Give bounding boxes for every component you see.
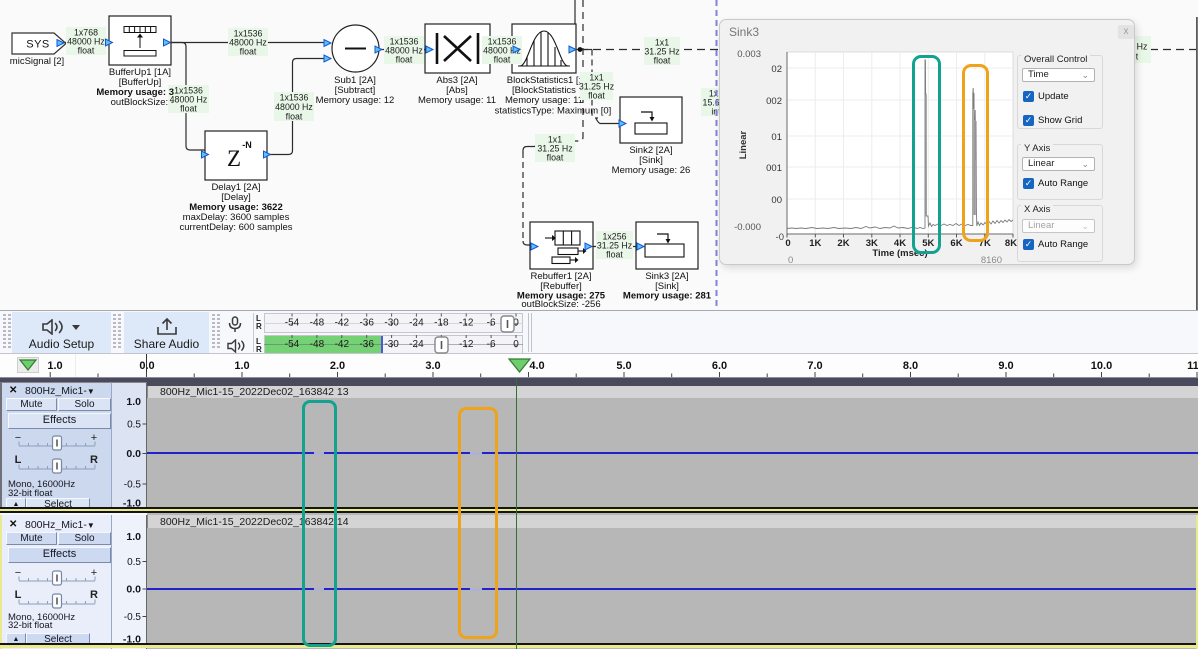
svg-text:-54: -54 bbox=[285, 339, 300, 350]
svg-text:-30: -30 bbox=[384, 318, 399, 329]
svg-text:Linear: Linear bbox=[738, 130, 749, 159]
svg-text:-0: -0 bbox=[776, 232, 784, 243]
svg-text:-N: -N bbox=[242, 140, 252, 150]
svg-text:0: 0 bbox=[788, 255, 793, 266]
svg-text:8.0: 8.0 bbox=[903, 360, 918, 372]
svg-text:10.0: 10.0 bbox=[1091, 360, 1112, 372]
svg-text:8K: 8K bbox=[1005, 238, 1017, 249]
svg-text:+: + bbox=[91, 432, 97, 444]
svg-text:outBlockSize: -256: outBlockSize: -256 bbox=[521, 299, 600, 310]
svg-text:-48: -48 bbox=[310, 339, 325, 350]
svg-text:-6: -6 bbox=[487, 339, 496, 350]
svg-text:−: − bbox=[15, 432, 21, 444]
svg-text:002: 002 bbox=[766, 96, 782, 107]
svg-text:float: float bbox=[180, 104, 197, 114]
svg-text:01: 01 bbox=[771, 132, 782, 143]
svg-text:-42: -42 bbox=[335, 318, 350, 329]
svg-text:float: float bbox=[494, 55, 511, 65]
svg-text:L: L bbox=[15, 589, 22, 601]
svg-text:Hz: Hz bbox=[1137, 42, 1148, 52]
svg-text:float: float bbox=[654, 56, 671, 66]
svg-text:0.5: 0.5 bbox=[127, 419, 141, 430]
svg-text:-0.000: -0.000 bbox=[734, 222, 761, 233]
svg-text:R: R bbox=[90, 589, 98, 601]
svg-text:6.0: 6.0 bbox=[712, 360, 727, 372]
svg-text:0: 0 bbox=[785, 238, 790, 249]
svg-text:3.0: 3.0 bbox=[425, 360, 440, 372]
svg-text:-24: -24 bbox=[409, 318, 424, 329]
svg-text:R: R bbox=[90, 454, 98, 466]
svg-text:1x1536: 1x1536 bbox=[280, 93, 309, 103]
svg-text:-48: -48 bbox=[310, 318, 325, 329]
svg-text:-12: -12 bbox=[459, 339, 474, 350]
svg-text:5.0: 5.0 bbox=[616, 360, 631, 372]
svg-text:-6: -6 bbox=[487, 318, 496, 329]
svg-text:float: float bbox=[286, 112, 303, 122]
svg-text:1.0: 1.0 bbox=[234, 360, 249, 372]
svg-text:outBlockSize: -: outBlockSize: - bbox=[111, 97, 174, 108]
svg-text:2K: 2K bbox=[837, 238, 849, 249]
svg-text:1.0: 1.0 bbox=[47, 360, 62, 372]
svg-text:float: float bbox=[396, 55, 413, 65]
svg-text:micSignal [2]: micSignal [2] bbox=[10, 56, 64, 67]
svg-text:-54: -54 bbox=[285, 318, 300, 329]
svg-text:-24: -24 bbox=[409, 339, 424, 350]
svg-text:statisticsType: Maximum [0]: statisticsType: Maximum [0] bbox=[495, 106, 612, 117]
svg-text:0.003: 0.003 bbox=[737, 49, 761, 60]
svg-text:2.0: 2.0 bbox=[330, 360, 345, 372]
svg-text:-30: -30 bbox=[384, 339, 399, 350]
svg-text:Memory usage: 11: Memory usage: 11 bbox=[418, 95, 496, 106]
svg-text:0.0: 0.0 bbox=[126, 583, 141, 595]
svg-text:48000 Hz: 48000 Hz bbox=[275, 102, 313, 112]
svg-text:float: float bbox=[78, 46, 95, 56]
svg-text:-12: -12 bbox=[459, 318, 474, 329]
svg-text:SYS: SYS bbox=[26, 39, 50, 51]
svg-text:-36: -36 bbox=[359, 318, 374, 329]
svg-text:9.0: 9.0 bbox=[998, 360, 1013, 372]
svg-text:8160: 8160 bbox=[981, 255, 1002, 266]
svg-text:-0.5: -0.5 bbox=[124, 479, 142, 490]
svg-text:float: float bbox=[547, 153, 564, 163]
svg-text:-42: -42 bbox=[335, 339, 350, 350]
svg-text:−: − bbox=[15, 567, 21, 579]
svg-text:-0.5: -0.5 bbox=[124, 612, 142, 623]
svg-text:6K: 6K bbox=[950, 238, 962, 249]
svg-text:1.0: 1.0 bbox=[126, 396, 141, 408]
svg-text:currentDelay: 600 samples: currentDelay: 600 samples bbox=[180, 222, 293, 233]
svg-text:float: float bbox=[606, 250, 623, 260]
svg-text:+: + bbox=[91, 567, 97, 579]
svg-text:02: 02 bbox=[771, 64, 782, 75]
svg-text:Z: Z bbox=[227, 146, 241, 171]
svg-text:001: 001 bbox=[766, 163, 782, 174]
svg-text:float: float bbox=[588, 91, 605, 101]
svg-text:1K: 1K bbox=[809, 238, 821, 249]
svg-text:11: 11 bbox=[1187, 360, 1198, 372]
svg-text:-18: -18 bbox=[434, 318, 449, 329]
svg-text:L: L bbox=[15, 454, 22, 466]
svg-text:Memory usage: 12: Memory usage: 12 bbox=[316, 95, 395, 106]
svg-text:1.0: 1.0 bbox=[126, 531, 141, 543]
svg-text:0: 0 bbox=[513, 339, 519, 350]
svg-text:0.0: 0.0 bbox=[126, 448, 141, 460]
svg-text:00: 00 bbox=[771, 195, 782, 206]
svg-text:-36: -36 bbox=[359, 339, 374, 350]
svg-text:4.0: 4.0 bbox=[529, 360, 544, 372]
svg-text:Memory usage: 281: Memory usage: 281 bbox=[623, 291, 712, 302]
svg-text:0.5: 0.5 bbox=[127, 557, 141, 568]
svg-text:float: float bbox=[240, 47, 257, 57]
svg-text:7.0: 7.0 bbox=[807, 360, 822, 372]
svg-text:Memory usage: 26: Memory usage: 26 bbox=[612, 165, 691, 176]
svg-text:Memory usage: 11: Memory usage: 11 bbox=[505, 95, 583, 106]
